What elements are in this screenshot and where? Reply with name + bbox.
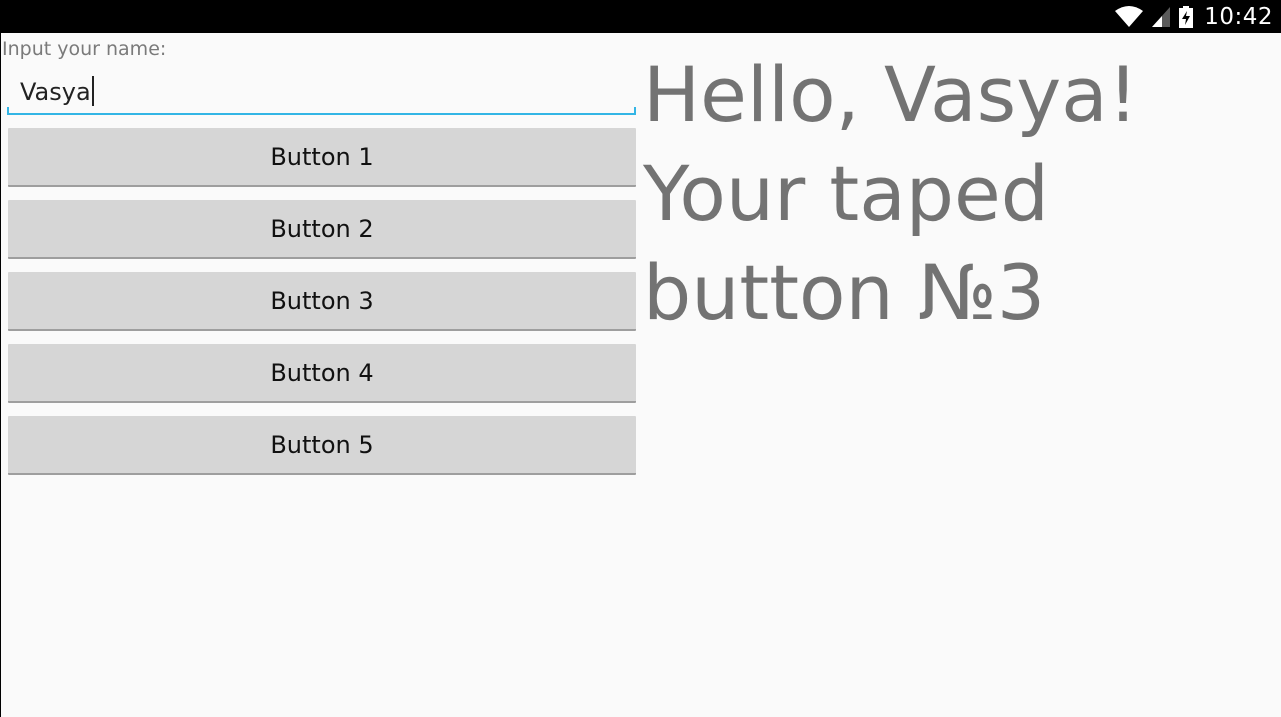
status-icons: 10:42 — [1114, 0, 1273, 33]
main-content: Input your name: Vasya Button 1 Button 2… — [0, 33, 1281, 717]
button-5[interactable]: Button 5 — [8, 416, 636, 475]
button-1[interactable]: Button 1 — [8, 128, 636, 187]
button-2[interactable]: Button 2 — [8, 200, 636, 259]
text-caret — [91, 76, 94, 106]
signal-icon — [1152, 6, 1171, 27]
button-4[interactable]: Button 4 — [8, 344, 636, 403]
name-input[interactable]: Vasya — [7, 71, 636, 115]
wifi-icon — [1115, 5, 1144, 27]
battery-charging-icon — [1179, 5, 1194, 28]
status-bar: 10:42 — [0, 0, 1281, 33]
greeting-output: Hello, Vasya! Your taped button №3 — [643, 50, 1139, 337]
name-text: Vasya — [20, 78, 91, 106]
name-label: Input your name: — [2, 38, 167, 60]
name-input-value: Vasya — [20, 76, 94, 108]
button-3[interactable]: Button 3 — [8, 272, 636, 331]
status-time: 10:42 — [1204, 3, 1273, 30]
